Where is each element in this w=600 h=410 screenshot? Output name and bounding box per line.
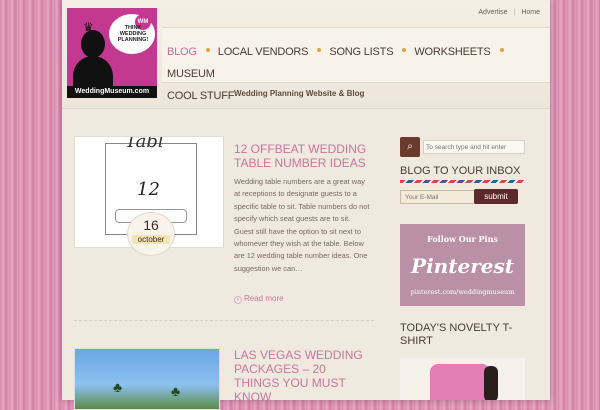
- palm-tree-icon: ♣: [171, 383, 181, 399]
- logo-bubble-text: THINK WEDDING PLANNING!: [117, 25, 149, 43]
- top-links-separator: |: [513, 9, 516, 16]
- read-more-link[interactable]: › Read more: [234, 294, 284, 304]
- nav-item-museum[interactable]: MUSEUM: [167, 63, 215, 85]
- nav-dot-icon: [317, 47, 322, 52]
- submit-button[interactable]: submit: [474, 189, 518, 204]
- nav-item-local-vendors[interactable]: LOCAL VENDORS: [218, 41, 309, 63]
- site-tagline: Wedding Planning Website & Blog: [234, 89, 365, 98]
- arrow-right-icon: ›: [234, 296, 242, 304]
- search-icon[interactable]: ⌕: [400, 137, 420, 157]
- nav-item-blog[interactable]: BLOG: [167, 41, 197, 63]
- post-title[interactable]: LAS VEGAS WEDDING PACKAGES – 20 THINGS Y…: [234, 348, 374, 404]
- post-date-badge: 16 october: [127, 212, 175, 256]
- page-container: Advertise | Home WM THINK WEDDING PLANNI…: [62, 0, 550, 410]
- novelty-widget-title: TODAY'S NOVELTY T-SHIRT: [400, 322, 513, 347]
- search-input[interactable]: [423, 140, 525, 154]
- pinterest-follow-text: Follow Our Pins: [427, 234, 498, 244]
- post-date-month: october: [132, 235, 170, 244]
- post-excerpt: Wedding table numbers are a great way at…: [234, 177, 370, 273]
- hand-icon: [484, 366, 498, 400]
- email-field[interactable]: [400, 190, 476, 204]
- nav-dot-icon: [402, 47, 407, 52]
- airmail-stripe: [400, 180, 525, 183]
- tshirt-image[interactable]: [400, 358, 525, 400]
- search-widget: ⌕: [400, 137, 525, 157]
- advertise-link[interactable]: Advertise: [478, 9, 507, 16]
- pinterest-widget[interactable]: Follow Our Pins Pinterest pinterest.com/…: [400, 224, 525, 306]
- post-title[interactable]: 12 OFFBEAT WEDDING TABLE NUMBER IDEAS: [234, 142, 374, 170]
- main-navigation: BLOG LOCAL VENDORS SONG LISTS WORKSHEETS MUS…: [162, 27, 550, 102]
- blog-post-list: Tabl 12 16 october 12 OFFBEAT WEDDING TA…: [68, 122, 376, 410]
- post-thumbnail[interactable]: ♣ ♣: [74, 348, 220, 410]
- pinterest-logo-icon: Pinterest: [411, 254, 514, 278]
- site-logo[interactable]: WM THINK WEDDING PLANNING! ♛ WeddingMuse…: [67, 8, 157, 98]
- site-header: Advertise | Home WM THINK WEDDING PLANNI…: [62, 0, 550, 109]
- post-divider: [74, 320, 374, 321]
- pinterest-url: pinterest.com/weddingmuseum: [410, 288, 515, 296]
- sidebar: ⌕ BLOG TO YOUR INBOX submit Follow Our P…: [400, 132, 542, 400]
- post-date-day: 16: [143, 217, 159, 233]
- table-card-word: Tabl: [125, 136, 164, 152]
- home-link[interactable]: Home: [521, 9, 540, 16]
- nav-item-song-lists[interactable]: SONG LISTS: [329, 41, 393, 63]
- nav-dot-icon: [205, 47, 210, 52]
- bride-silhouette-icon: [81, 30, 105, 58]
- palm-tree-icon: ♣: [113, 379, 123, 395]
- read-more-label: Read more: [244, 294, 284, 303]
- nav-item-worksheets[interactable]: WORKSHEETS: [414, 41, 490, 63]
- inbox-widget-title: BLOG TO YOUR INBOX: [400, 165, 521, 177]
- table-card-number: 12: [137, 179, 160, 200]
- top-links: Advertise | Home: [474, 9, 540, 16]
- nav-dot-icon: [499, 47, 504, 52]
- logo-site-url: WeddingMuseum.com: [67, 86, 157, 98]
- tshirt-icon: [430, 364, 490, 400]
- nav-item-cool-stuff[interactable]: COOL STUFF: [167, 85, 234, 107]
